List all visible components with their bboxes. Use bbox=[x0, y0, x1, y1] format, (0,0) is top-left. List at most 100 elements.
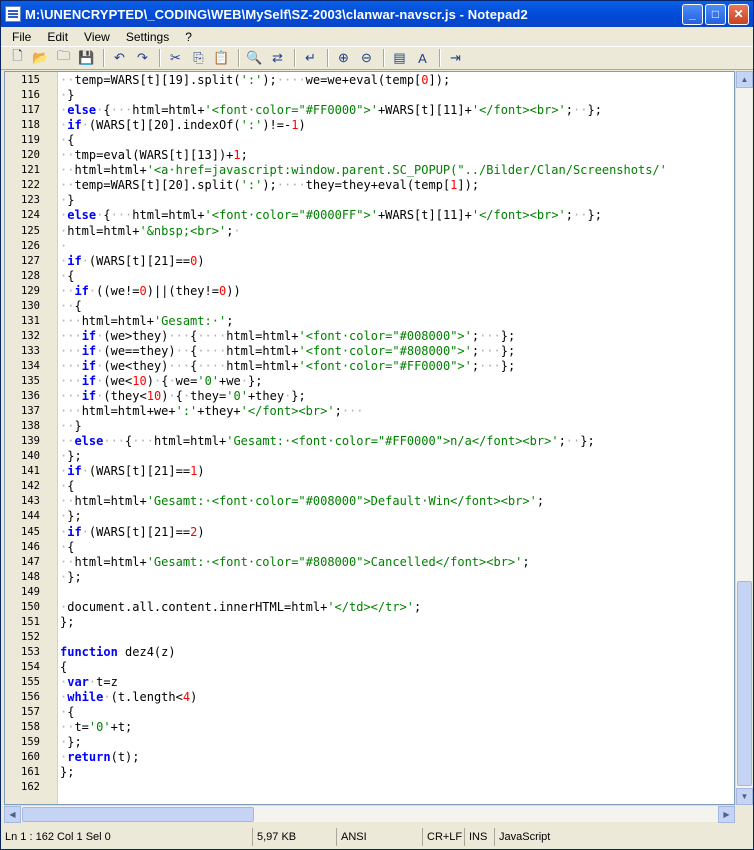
code-line[interactable]: ·if·(WARS[t][20].indexOf(':')!=-1) bbox=[60, 118, 306, 133]
code-line[interactable]: ·} bbox=[60, 88, 74, 103]
code-line[interactable]: ··html=html+'<a·href=javascript:window.p… bbox=[60, 163, 667, 178]
code-line[interactable]: ·document.all.content.innerHTML=html+'</… bbox=[60, 600, 421, 615]
code-token: they= bbox=[190, 389, 227, 403]
paste-icon[interactable]: 📋 bbox=[211, 48, 232, 68]
menu-help[interactable]: ? bbox=[177, 30, 200, 44]
code-line[interactable]: ···if·(we<they)···{····html=html+'<font·… bbox=[60, 359, 515, 374]
code-token: '</font><br>' bbox=[471, 208, 566, 222]
menu-edit[interactable]: Edit bbox=[39, 30, 76, 44]
title-bar[interactable]: M:\UNENCRYPTED\_CODING\WEB\MySelf\SZ-200… bbox=[1, 1, 753, 27]
code-line[interactable]: ·return(t); bbox=[60, 750, 140, 765]
code-line[interactable]: ·if·(WARS[t][21]==0) bbox=[60, 254, 205, 269]
scroll-right-icon[interactable]: ▶ bbox=[718, 806, 735, 823]
menu-view[interactable]: View bbox=[76, 30, 118, 44]
line-number: 121 bbox=[21, 164, 40, 176]
line-number: 144 bbox=[21, 510, 40, 522]
code-line[interactable]: ···if·(we>they)···{····html=html+'<font·… bbox=[60, 329, 515, 344]
copy-icon[interactable]: ⎘ bbox=[188, 48, 209, 68]
scroll-up-icon[interactable]: ▲ bbox=[736, 71, 753, 88]
code-token: ·· bbox=[60, 299, 75, 313]
zoom-out-icon[interactable]: ⊖ bbox=[356, 48, 377, 68]
code-line[interactable]: ·}; bbox=[60, 449, 82, 464]
code-line[interactable]: ···if·(we<10)·{·we='0'+we·}; bbox=[60, 374, 262, 389]
code-token: { bbox=[103, 208, 111, 222]
status-encoding[interactable]: ANSI bbox=[337, 828, 423, 846]
save-icon[interactable]: 💾 bbox=[76, 48, 97, 68]
status-lexer[interactable]: JavaScript bbox=[495, 828, 575, 846]
code-line[interactable]: ·}; bbox=[60, 509, 82, 524]
code-line[interactable]: ··t='0'+t; bbox=[60, 720, 132, 735]
zoom-in-icon[interactable]: ⊕ bbox=[333, 48, 354, 68]
code-token: ··· bbox=[132, 434, 154, 448]
code-line[interactable]: ·{ bbox=[60, 133, 74, 148]
code-line[interactable]: ··else···{···html=html+'Gesamt:·<font·co… bbox=[60, 434, 595, 449]
scroll-left-icon[interactable]: ◀ bbox=[4, 806, 21, 823]
code-token: ((we!= bbox=[96, 284, 140, 298]
code-line[interactable]: · bbox=[60, 239, 67, 254]
code-line[interactable]: ·if·(WARS[t][21]==2) bbox=[60, 525, 205, 540]
code-line[interactable]: ··html=html+'Gesamt:·<font·color="#80800… bbox=[60, 555, 530, 570]
code-line[interactable]: }; bbox=[60, 765, 74, 780]
minimize-button[interactable]: _ bbox=[682, 3, 703, 25]
menu-settings[interactable]: Settings bbox=[118, 30, 177, 44]
status-eol[interactable]: CR+LF bbox=[423, 828, 465, 846]
vertical-scroll-thumb[interactable] bbox=[737, 581, 752, 786]
code-token: { bbox=[67, 269, 75, 283]
code-line[interactable]: ·}; bbox=[60, 570, 82, 585]
cut-icon[interactable]: ✂ bbox=[165, 48, 186, 68]
code-line[interactable]: ·{ bbox=[60, 705, 74, 720]
code-line[interactable]: ···html=html+we+':'+they+'</font><br>';·… bbox=[60, 404, 364, 419]
code-token: 10 bbox=[132, 374, 147, 388]
code-line[interactable]: function dez4(z) bbox=[60, 645, 176, 660]
code-line[interactable]: ·} bbox=[60, 193, 74, 208]
code-line[interactable]: ·}; bbox=[60, 735, 82, 750]
code-token: ; bbox=[334, 404, 342, 418]
word-wrap-icon[interactable]: ↵ bbox=[300, 48, 321, 68]
maximize-button[interactable]: □ bbox=[705, 3, 726, 25]
code-line[interactable]: ··html=html+'Gesamt:·<font·color="#00800… bbox=[60, 494, 544, 509]
menu-file[interactable]: File bbox=[4, 30, 39, 44]
code-line[interactable]: ···html=html+'Gesamt:·'; bbox=[60, 314, 233, 329]
vertical-scrollbar[interactable]: ▲ ▼ bbox=[735, 71, 753, 805]
code-line[interactable]: ··tmp=eval(WARS[t][13])+1; bbox=[60, 148, 248, 163]
horizontal-scrollbar[interactable]: ◀ ▶ bbox=[4, 805, 735, 823]
undo-icon[interactable]: ↶ bbox=[109, 48, 130, 68]
code-line[interactable]: ·{ bbox=[60, 540, 74, 555]
horizontal-scroll-thumb[interactable] bbox=[22, 807, 254, 822]
code-line[interactable]: ·var·t=z bbox=[60, 675, 118, 690]
code-line[interactable]: }; bbox=[60, 615, 74, 630]
code-token: ··· bbox=[60, 359, 82, 373]
open-folder-icon[interactable]: 📂 bbox=[30, 48, 51, 68]
new-file-icon[interactable]: 🗋 bbox=[7, 48, 28, 68]
code-line[interactable]: ···if·(they<10)·{·they='0'+they·}; bbox=[60, 389, 306, 404]
code-line[interactable]: ·else·{···html=html+'<font·color="#0000F… bbox=[60, 208, 602, 223]
code-line[interactable]: ·{ bbox=[60, 479, 74, 494]
code-token: }; bbox=[500, 359, 516, 373]
code-line[interactable]: ·html=html+'&nbsp;<br>';· bbox=[60, 224, 241, 239]
redo-icon[interactable]: ↷ bbox=[132, 48, 153, 68]
code-line[interactable]: ·while·(t.length<4) bbox=[60, 690, 197, 705]
code-editor[interactable]: 115 116 117 118 119 120 121 122 123 124 125 126 127 1… bbox=[4, 71, 735, 805]
code-line[interactable]: ·else·{···html=html+'<font·color="#FF000… bbox=[60, 103, 602, 118]
close-button[interactable]: ✕ bbox=[728, 3, 749, 25]
replace-icon[interactable]: ⇄ bbox=[267, 48, 288, 68]
code-line[interactable]: ··if·((we!=0)||(they!=0)) bbox=[60, 284, 241, 299]
browse-icon[interactable]: 🗀 bbox=[53, 48, 74, 68]
line-number: 122 bbox=[21, 179, 40, 191]
code-line[interactable]: ··temp=WARS[t][20].split(':');····they=t… bbox=[60, 178, 479, 193]
code-line[interactable]: ·{ bbox=[60, 269, 74, 284]
code-line[interactable]: ··temp=WARS[t][19].split(':');····we=we+… bbox=[60, 73, 450, 88]
code-line[interactable]: { bbox=[60, 660, 67, 675]
code-line[interactable]: ·if·(WARS[t][21]==1) bbox=[60, 464, 205, 479]
code-line[interactable]: ··} bbox=[60, 419, 82, 434]
notepad-app-icon[interactable] bbox=[5, 6, 21, 22]
scroll-down-icon[interactable]: ▼ bbox=[736, 788, 753, 805]
code-area[interactable]: ··temp=WARS[t][19].split(':');····we=we+… bbox=[60, 72, 734, 804]
view-icon[interactable]: ▤ bbox=[389, 48, 410, 68]
scheme-icon[interactable]: A bbox=[412, 48, 433, 68]
exit-icon[interactable]: ⇥ bbox=[445, 48, 466, 68]
code-line[interactable]: ···if·(we==they)··{····html=html+'<font·… bbox=[60, 344, 515, 359]
code-line[interactable]: ··{ bbox=[60, 299, 82, 314]
code-token: { bbox=[175, 389, 183, 403]
find-icon[interactable]: 🔍 bbox=[244, 48, 265, 68]
